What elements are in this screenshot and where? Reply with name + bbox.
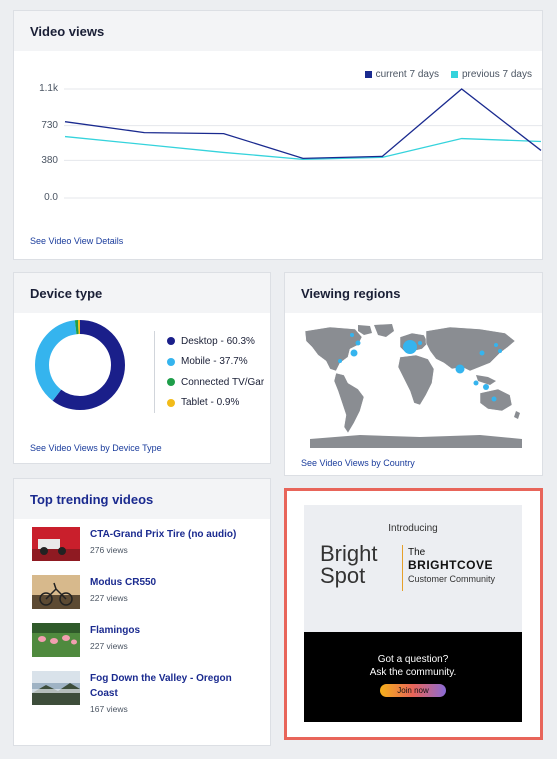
flamingos-thumbnail-icon[interactable]	[32, 623, 80, 657]
see-video-views-by-device-link[interactable]: See Video Views by Device Type	[30, 443, 162, 453]
series-line-previous	[64, 135, 542, 161]
legend-mobile: Mobile - 37.7%	[167, 352, 264, 373]
trending-views: 276 views	[90, 545, 128, 555]
trending-views: 227 views	[90, 641, 128, 651]
ad-content[interactable]: Introducing Bright Spot The BRIGHTCOVE C…	[304, 505, 522, 722]
see-video-views-by-country-link[interactable]: See Video Views by Country	[301, 458, 415, 468]
join-now-button[interactable]: Join now	[380, 684, 446, 697]
device-type-card: Device type Desktop - 60.3% Mobile - 37.…	[13, 272, 271, 464]
ad-question: Got a question?	[377, 654, 449, 665]
trending-views: 227 views	[90, 593, 128, 603]
trending-title[interactable]: CTA-Grand Prix Tire (no audio)	[90, 527, 236, 542]
legend-tablet: Tablet - 0.9%	[167, 393, 264, 414]
video-views-line-chart	[64, 88, 542, 199]
bicycle-thumbnail-icon[interactable]	[32, 575, 80, 609]
trending-title[interactable]: Fog Down the Valley - Oregon Coast	[90, 671, 240, 701]
device-type-donut-chart	[35, 320, 125, 410]
ad-introducing: Introducing	[388, 523, 438, 534]
y-tick-label: 380	[41, 155, 58, 166]
y-tick-label: 1.1k	[39, 83, 58, 94]
brightspot-logo: Bright Spot	[320, 541, 378, 588]
trending-item[interactable]: Flamingos 227 views	[32, 623, 140, 659]
video-views-title: Video views	[14, 11, 542, 51]
trending-item[interactable]: Modus CR550 227 views	[32, 575, 156, 611]
top-trending-title: Top trending videos	[14, 479, 270, 519]
y-tick-label: 0.0	[44, 192, 58, 203]
top-trending-card: Top trending videos CTA-Grand Prix Tire …	[13, 478, 271, 746]
device-type-title: Device type	[14, 273, 270, 313]
see-video-view-details-link[interactable]: See Video View Details	[30, 236, 123, 246]
legend-connected-tv: Connected TV/Gar	[167, 372, 264, 393]
world-map[interactable]	[300, 323, 528, 448]
series-line-current	[64, 88, 542, 160]
trending-title[interactable]: Modus CR550	[90, 575, 156, 590]
trending-item[interactable]: Fog Down the Valley - Oregon Coast 167 v…	[32, 671, 240, 719]
viewing-regions-title: Viewing regions	[285, 273, 542, 313]
valley-thumbnail-icon[interactable]	[32, 671, 80, 705]
trending-title[interactable]: Flamingos	[90, 623, 140, 638]
ad-bottom-panel: Got a question? Ask the community. Join …	[304, 632, 522, 722]
ad-ask: Ask the community.	[369, 667, 457, 678]
race-car-thumbnail-icon[interactable]	[32, 527, 80, 561]
brightcove-logo: The BRIGHTCOVE Customer Community	[408, 547, 496, 584]
trending-views: 167 views	[90, 704, 128, 714]
device-legend: Desktop - 60.3% Mobile - 37.7% Connected…	[154, 331, 264, 413]
video-views-card: Video views current 7 days previous 7 da…	[13, 10, 543, 260]
viewing-regions-card: Viewing regions See Video Views by Count…	[284, 272, 543, 476]
y-tick-label: 730	[41, 120, 58, 131]
trending-item[interactable]: CTA-Grand Prix Tire (no audio) 276 views	[32, 527, 236, 563]
brightspot-ad-banner[interactable]: Introducing Bright Spot The BRIGHTCOVE C…	[284, 488, 543, 740]
legend-desktop: Desktop - 60.3%	[167, 331, 264, 352]
ad-divider	[402, 545, 403, 591]
ad-top-panel: Introducing Bright Spot The BRIGHTCOVE C…	[304, 505, 522, 632]
